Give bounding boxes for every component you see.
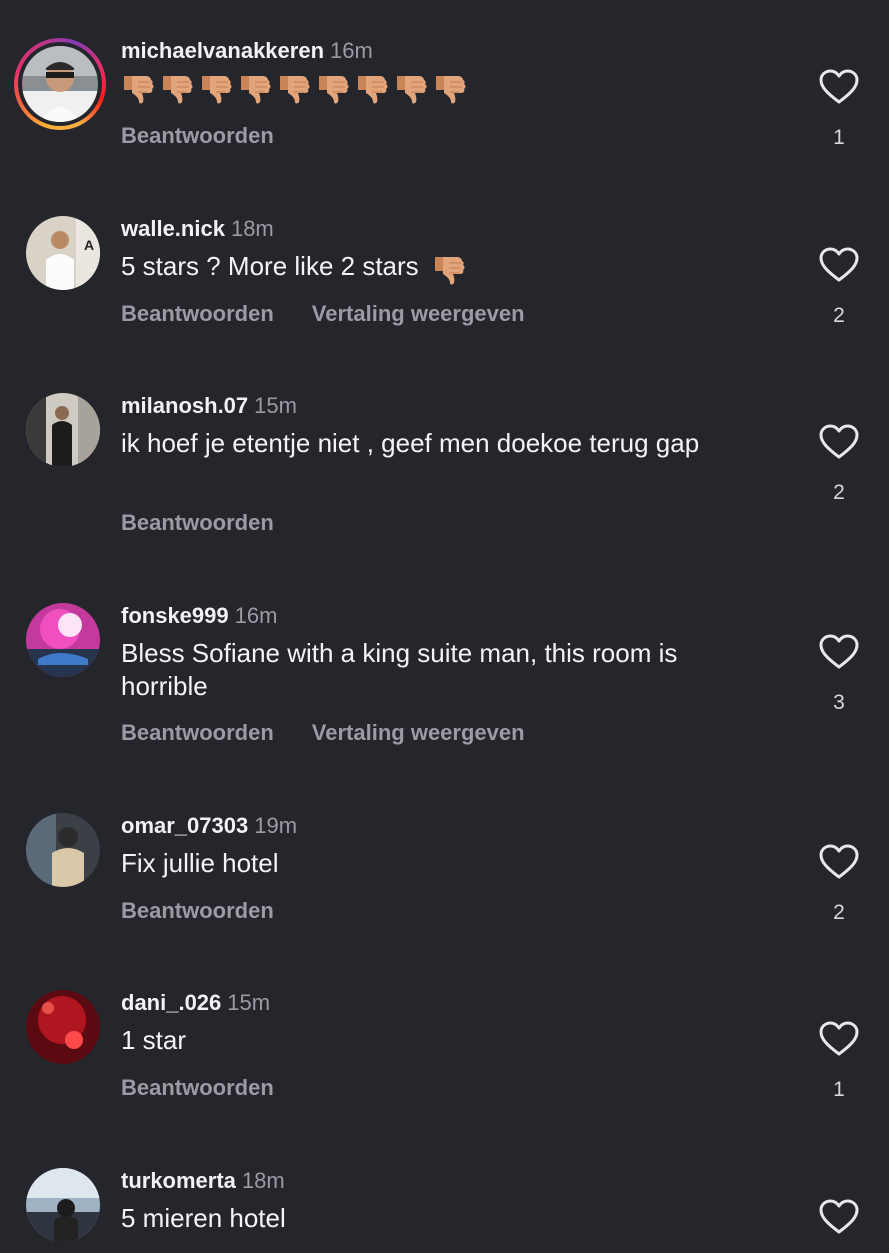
translate-button[interactable]: Vertaling weergeven [312,301,525,327]
heart-outline-icon[interactable] [819,844,859,880]
timestamp: 16m [330,38,373,63]
comment-body: 5 mieren hotel [121,1203,286,1233]
timestamp: 18m [230,216,274,241]
avatar[interactable] [14,38,106,130]
avatar[interactable] [26,393,100,467]
thumbs-down-emoji-icon [394,70,428,104]
comment-header: turkomerta 18m [121,1168,285,1194]
emoji-row [121,70,472,104]
story-ring [18,42,102,126]
translate-button[interactable]: Vertaling weergeven [312,720,525,746]
timestamp: 18m [241,1168,285,1193]
comment-text: ik hoef je etentje niet , geef men doeko… [121,427,761,460]
comment-text: 1 star [121,1024,781,1057]
reply-button[interactable]: Beantwoorden [121,898,274,924]
comment-actions: Beantwoorden Vertaling weergeven [121,301,525,327]
thumbs-down-emoji-icon [432,251,466,285]
comment-actions: Beantwoorden [121,123,274,149]
comment-header: michaelvanakkeren 16m [121,38,373,64]
timestamp: 19m [254,813,298,838]
username[interactable]: michaelvanakkeren [121,38,324,63]
heart-outline-icon[interactable] [819,69,859,105]
comment-header: milanosh.07 15m [121,393,297,419]
comment-body: Fix jullie hotel [121,848,279,878]
thumbs-down-emoji-icon [277,70,311,104]
comment-text: 5 mieren hotel [121,1202,781,1235]
heart-outline-icon[interactable] [819,634,859,670]
thumbs-down-emoji-icon [433,70,467,104]
comment-body: 1 star [121,1025,187,1055]
reply-button[interactable]: Beantwoorden [121,1075,274,1101]
like-count: 2 [833,304,845,327]
username[interactable]: walle.nick [121,216,225,241]
comment-header: dani_.026 15m [121,990,270,1016]
thumbs-down-emoji-icon [199,70,233,104]
comment-actions: Beantwoorden [121,510,274,536]
like-count: 1 [833,126,845,149]
like-count: 1 [833,1078,845,1101]
timestamp: 16m [234,603,278,628]
username[interactable]: dani_.026 [121,990,221,1015]
like-count: 2 [833,481,845,504]
reply-button[interactable]: Beantwoorden [121,123,274,149]
comment-body: ik hoef je etentje niet , geef men doeko… [121,428,700,458]
comment-text: 5 stars ? More like 2 stars [121,250,781,285]
heart-outline-icon[interactable] [819,247,859,283]
avatar[interactable] [26,603,100,677]
heart-outline-icon[interactable] [819,1199,859,1235]
thumbs-down-emoji-icon [121,70,155,104]
comment-actions: Beantwoorden [121,1075,274,1101]
username[interactable]: fonske999 [121,603,229,628]
comment-text: Bless Sofiane with a king suite man, thi… [121,637,761,703]
avatar[interactable] [26,990,100,1064]
like-count: 2 [833,901,845,924]
avatar[interactable]: A [26,216,100,290]
thumbs-down-emoji-icon [316,70,350,104]
username[interactable]: milanosh.07 [121,393,248,418]
thumbs-down-emoji-icon [160,70,194,104]
timestamp: 15m [227,990,271,1015]
comment-header: omar_07303 19m [121,813,297,839]
timestamp: 15m [254,393,297,418]
comment-header: walle.nick 18m [121,216,274,242]
avatar[interactable] [26,1168,100,1242]
username[interactable]: omar_07303 [121,813,248,838]
comment-actions: Beantwoorden Vertaling weergeven [121,720,525,746]
heart-outline-icon[interactable] [819,1021,859,1057]
comment-actions: Beantwoorden [121,898,274,924]
comment-body: 5 stars ? More like 2 stars [121,251,419,281]
heart-outline-icon[interactable] [819,424,859,460]
thumbs-down-emoji-icon [355,70,389,104]
svg-text:A: A [84,237,94,253]
username[interactable]: turkomerta [121,1168,236,1193]
avatar[interactable] [26,813,100,887]
comment-body: Bless Sofiane with a king suite man, thi… [121,638,678,701]
like-count: 3 [833,691,845,714]
comment-text: Fix jullie hotel [121,847,781,880]
thumbs-down-emoji-icon [238,70,272,104]
reply-button[interactable]: Beantwoorden [121,301,274,327]
comment-header: fonske999 16m [121,603,277,629]
avatar-image [22,46,98,122]
reply-button[interactable]: Beantwoorden [121,720,274,746]
reply-button[interactable]: Beantwoorden [121,510,274,536]
